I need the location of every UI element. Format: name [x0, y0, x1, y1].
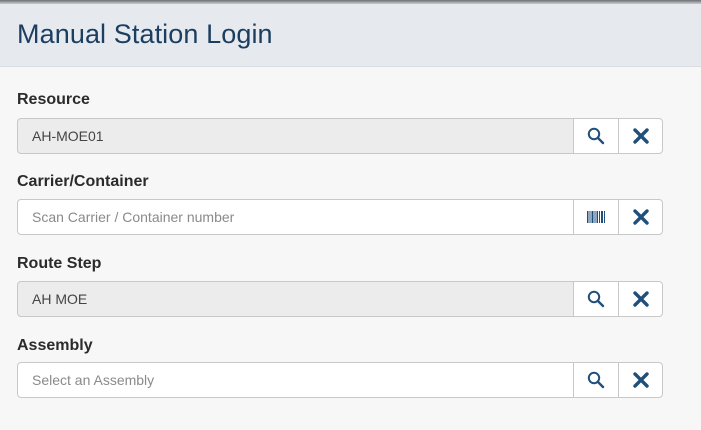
- resource-label: Resource: [17, 91, 90, 108]
- search-icon: [587, 127, 605, 145]
- page-title: Manual Station Login: [17, 19, 273, 49]
- carrier-container-input[interactable]: Scan Carrier / Container number: [17, 199, 574, 235]
- barcode-icon: [587, 211, 605, 223]
- search-icon: [587, 290, 605, 308]
- carrier-scan-button[interactable]: [574, 199, 619, 235]
- carrier-container-label: Carrier/Container: [17, 173, 149, 190]
- close-icon: [632, 372, 649, 388]
- resource-clear-button[interactable]: [618, 118, 663, 154]
- page-header: Manual Station Login: [0, 4, 701, 67]
- assembly-clear-button[interactable]: [618, 362, 663, 398]
- resource-input[interactable]: AH-MOE01: [17, 118, 574, 154]
- assembly-label: Assembly: [17, 337, 93, 354]
- route-step-input[interactable]: AH MOE: [17, 281, 574, 317]
- search-icon: [587, 371, 605, 389]
- route-step-search-button[interactable]: [574, 281, 619, 317]
- close-icon: [632, 128, 649, 144]
- close-icon: [632, 209, 649, 225]
- carrier-clear-button[interactable]: [618, 199, 663, 235]
- assembly-input[interactable]: Select an Assembly: [17, 362, 574, 398]
- route-step-label: Route Step: [17, 255, 102, 272]
- assembly-search-button[interactable]: [574, 362, 619, 398]
- route-step-clear-button[interactable]: [618, 281, 663, 317]
- resource-search-button[interactable]: [574, 118, 619, 154]
- close-icon: [632, 291, 649, 307]
